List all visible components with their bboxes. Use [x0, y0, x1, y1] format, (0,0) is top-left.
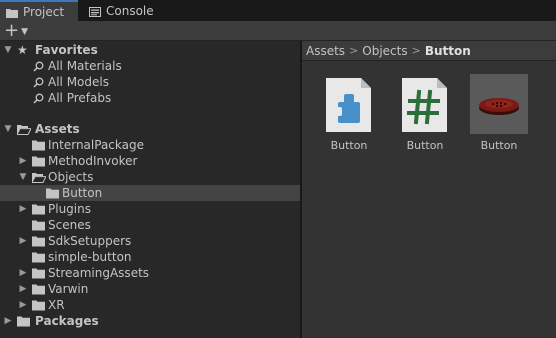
tree-label: StreamingAssets [48, 266, 150, 280]
collapse-arrow-icon[interactable]: ▶ [18, 268, 28, 278]
open-folder-icon [16, 124, 32, 135]
caret-down-icon: ▼ [21, 27, 29, 37]
tree-folder[interactable]: ▶ StreamingAssets [0, 265, 300, 281]
plus-icon: + [4, 20, 20, 41]
tab-console[interactable]: Console [83, 0, 161, 21]
tree-label: Scenes [48, 218, 91, 232]
search-icon [33, 61, 44, 72]
favorite-item[interactable]: All Models [0, 74, 300, 90]
tree-folder[interactable]: ▶ SdkSetuppers [0, 233, 300, 249]
tree-folder-selected[interactable]: Button [0, 185, 300, 201]
asset-name: Button [480, 139, 518, 152]
folder-icon [32, 268, 45, 279]
folder-icon [32, 140, 45, 151]
breadcrumb-item[interactable]: Objects [362, 44, 407, 58]
tree-label: Objects [48, 170, 94, 184]
collapse-arrow-icon[interactable]: ▶ [18, 156, 28, 166]
asset-tile-selected[interactable]: Button [470, 74, 528, 155]
tree-label: MethodInvoker [48, 154, 138, 168]
folder-icon [32, 204, 45, 215]
console-icon [89, 6, 101, 17]
tab-project-label: Project [23, 4, 65, 19]
tree-label: All Materials [48, 59, 122, 73]
tab-console-label: Console [106, 3, 154, 18]
asset-tile[interactable]: Button [321, 75, 377, 155]
tree-folder[interactable]: simple-button [0, 249, 300, 265]
breadcrumb: Assets > Objects > Button [302, 41, 556, 61]
breadcrumb-item[interactable]: Assets [306, 44, 345, 58]
tab-project[interactable]: Project [0, 0, 78, 21]
favorite-item[interactable]: All Materials [0, 58, 300, 74]
collapse-arrow-icon[interactable]: ▶ [3, 316, 13, 326]
asset-name: Button [406, 139, 444, 152]
star-icon: ★ [17, 43, 28, 57]
asset-tile[interactable]: Button [397, 75, 453, 155]
asset-name: Button [330, 139, 368, 152]
open-folder-icon [31, 172, 47, 183]
expand-arrow-icon[interactable]: ▼ [18, 172, 28, 182]
window-tab-bar: Project Console [0, 0, 556, 21]
tree-folder[interactable]: Scenes [0, 217, 300, 233]
tree-folder[interactable]: ▶ Plugins [0, 201, 300, 217]
tree-label: SdkSetuppers [48, 234, 132, 248]
project-toolbar: + ▼ [0, 21, 556, 41]
folder-icon [17, 316, 30, 327]
tree-folder[interactable]: ▶ MethodInvoker [0, 153, 300, 169]
script-asset-icon [321, 75, 377, 133]
tree-folder[interactable]: ▶ XR [0, 297, 300, 313]
expand-arrow-icon[interactable]: ▼ [3, 124, 13, 134]
search-icon [33, 93, 44, 104]
folder-icon [32, 300, 45, 311]
tree-label: Varwin [48, 282, 89, 296]
folder-icon [6, 7, 18, 18]
collapse-arrow-icon[interactable]: ▶ [18, 300, 28, 310]
expand-arrow-icon[interactable]: ▼ [3, 45, 13, 55]
tree-label: InternalPackage [48, 138, 144, 152]
tree-label: simple-button [48, 250, 132, 264]
folder-icon [32, 156, 45, 167]
tree-label: Favorites [35, 43, 98, 57]
tree-label: Plugins [48, 202, 91, 216]
chevron-right-icon: > [349, 44, 359, 57]
chevron-right-icon: > [411, 44, 421, 57]
tree-label: All Models [48, 75, 109, 89]
tree-label: All Prefabs [48, 91, 112, 105]
asset-browser-panel: Assets > Objects > Button Button Button … [302, 41, 556, 338]
tree-assets[interactable]: ▼ Assets [0, 121, 300, 137]
tree-label: Assets [35, 122, 80, 136]
collapse-arrow-icon[interactable]: ▶ [18, 284, 28, 294]
tree-label: XR [48, 298, 65, 312]
create-add-button[interactable]: + ▼ [4, 22, 36, 40]
tree-folder[interactable]: ▼ Objects [0, 169, 300, 185]
tree-folder[interactable]: ▶ Varwin [0, 281, 300, 297]
tree-favorites[interactable]: ▼ ★ Favorites [0, 42, 300, 58]
breadcrumb-current[interactable]: Button [425, 44, 471, 58]
folder-icon [46, 188, 59, 199]
prefab-preview-icon [470, 74, 528, 134]
folder-icon [32, 284, 45, 295]
search-icon [33, 77, 44, 88]
favorite-item[interactable]: All Prefabs [0, 90, 300, 106]
folder-icon [32, 220, 45, 231]
tree-folder[interactable]: InternalPackage [0, 137, 300, 153]
collapse-arrow-icon[interactable]: ▶ [18, 236, 28, 246]
folder-icon [32, 252, 45, 263]
csharp-script-icon [397, 75, 453, 133]
collapse-arrow-icon[interactable]: ▶ [18, 204, 28, 214]
folder-icon [32, 236, 45, 247]
tree-packages[interactable]: ▶ Packages [0, 313, 300, 329]
tree-label: Button [62, 186, 103, 200]
tree-label: Packages [35, 314, 99, 328]
project-tree-panel: ▼ ★ Favorites All Materials All Models A… [0, 41, 300, 338]
